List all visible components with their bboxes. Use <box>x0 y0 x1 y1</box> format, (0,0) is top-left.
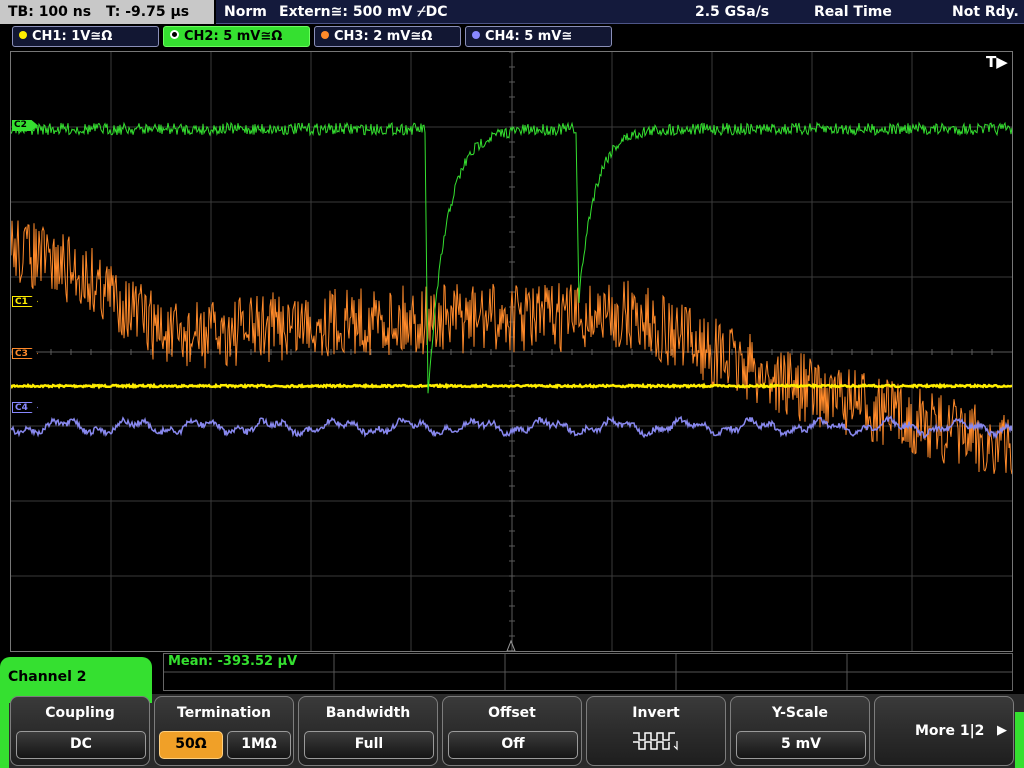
termination-50-option[interactable]: 50Ω <box>159 731 223 759</box>
waveform-display[interactable] <box>10 51 1013 652</box>
ch4-label: CH4: 5 mV≅ <box>485 29 573 44</box>
ch1-dot-icon <box>19 31 27 39</box>
y-scale-softkey[interactable]: Y-Scale 5 mV <box>730 696 870 766</box>
offset-title: Offset <box>488 705 536 721</box>
channel-tab-ch2[interactable]: CH2: 5 mV≅Ω <box>163 26 310 47</box>
ch2-dot-icon <box>170 30 179 39</box>
sample-rate: 2.5 GSa/s <box>695 4 770 20</box>
graticule <box>11 52 1012 651</box>
mean-measurement: Mean: -393.52 µV <box>168 654 298 669</box>
more-softkey[interactable]: More 1|2 ▶ <box>874 696 1014 766</box>
offset-softkey[interactable]: Offset Off <box>442 696 582 766</box>
ch4-dot-icon <box>472 31 480 39</box>
coupling-title: Coupling <box>45 705 115 721</box>
trigger-indicator: T▶ <box>986 53 1008 71</box>
acquisition-mode: Real Time <box>814 4 892 20</box>
bandwidth-value[interactable]: Full <box>304 731 434 759</box>
termination-softkey[interactable]: Termination 50Ω 1MΩ <box>154 696 294 766</box>
invert-waveform-icon <box>633 732 678 751</box>
ch1-trace <box>11 382 1012 390</box>
termination-title: Termination <box>177 705 271 721</box>
coupling-softkey[interactable]: Coupling DC <box>10 696 150 766</box>
ch1-marker-label: C1 <box>15 297 28 307</box>
y-scale-title: Y-Scale <box>771 705 828 721</box>
menu-edge-left <box>0 700 9 768</box>
trigger-mode: Norm <box>224 4 267 20</box>
trigger-position-marker-icon <box>506 639 516 651</box>
trigger-source: Extern≅: 500 mV ⌿DC <box>279 4 448 20</box>
y-scale-value[interactable]: 5 mV <box>736 731 866 759</box>
menu-edge-right <box>1015 712 1024 768</box>
bandwidth-title: Bandwidth <box>325 705 411 721</box>
more-label: More 1|2 <box>915 723 985 739</box>
channel-tab-ch1[interactable]: CH1: 1V≅Ω <box>12 26 159 47</box>
termination-1m-option[interactable]: 1MΩ <box>227 731 291 759</box>
invert-title: Invert <box>632 705 680 721</box>
timebase-value: TB: 100 ns <box>8 4 92 20</box>
trigger-time-value: T: -9.75 µs <box>105 4 190 20</box>
ch3-dot-icon <box>321 31 329 39</box>
coupling-value[interactable]: DC <box>16 731 146 759</box>
bandwidth-softkey[interactable]: Bandwidth Full <box>298 696 438 766</box>
timebase-box[interactable]: TB: 100 ns T: -9.75 µs <box>0 0 214 24</box>
invert-softkey[interactable]: Invert <box>586 696 726 766</box>
ch2-label: CH2: 5 mV≅Ω <box>184 29 283 44</box>
ch2-marker-label: C2 <box>14 120 27 130</box>
channel-tab-ch3[interactable]: CH3: 2 mV≅Ω <box>314 26 461 47</box>
ch3-marker-label: C3 <box>15 349 28 359</box>
ch3-label: CH3: 2 mV≅Ω <box>334 29 433 44</box>
ch1-label: CH1: 1V≅Ω <box>32 29 113 44</box>
offset-value[interactable]: Off <box>448 731 578 759</box>
ch4-marker-label: C4 <box>15 403 28 413</box>
right-arrow-icon: ▶ <box>997 723 1007 738</box>
acquisition-state: Not Rdy. <box>952 4 1019 20</box>
channel-tab-ch4[interactable]: CH4: 5 mV≅ <box>465 26 612 47</box>
